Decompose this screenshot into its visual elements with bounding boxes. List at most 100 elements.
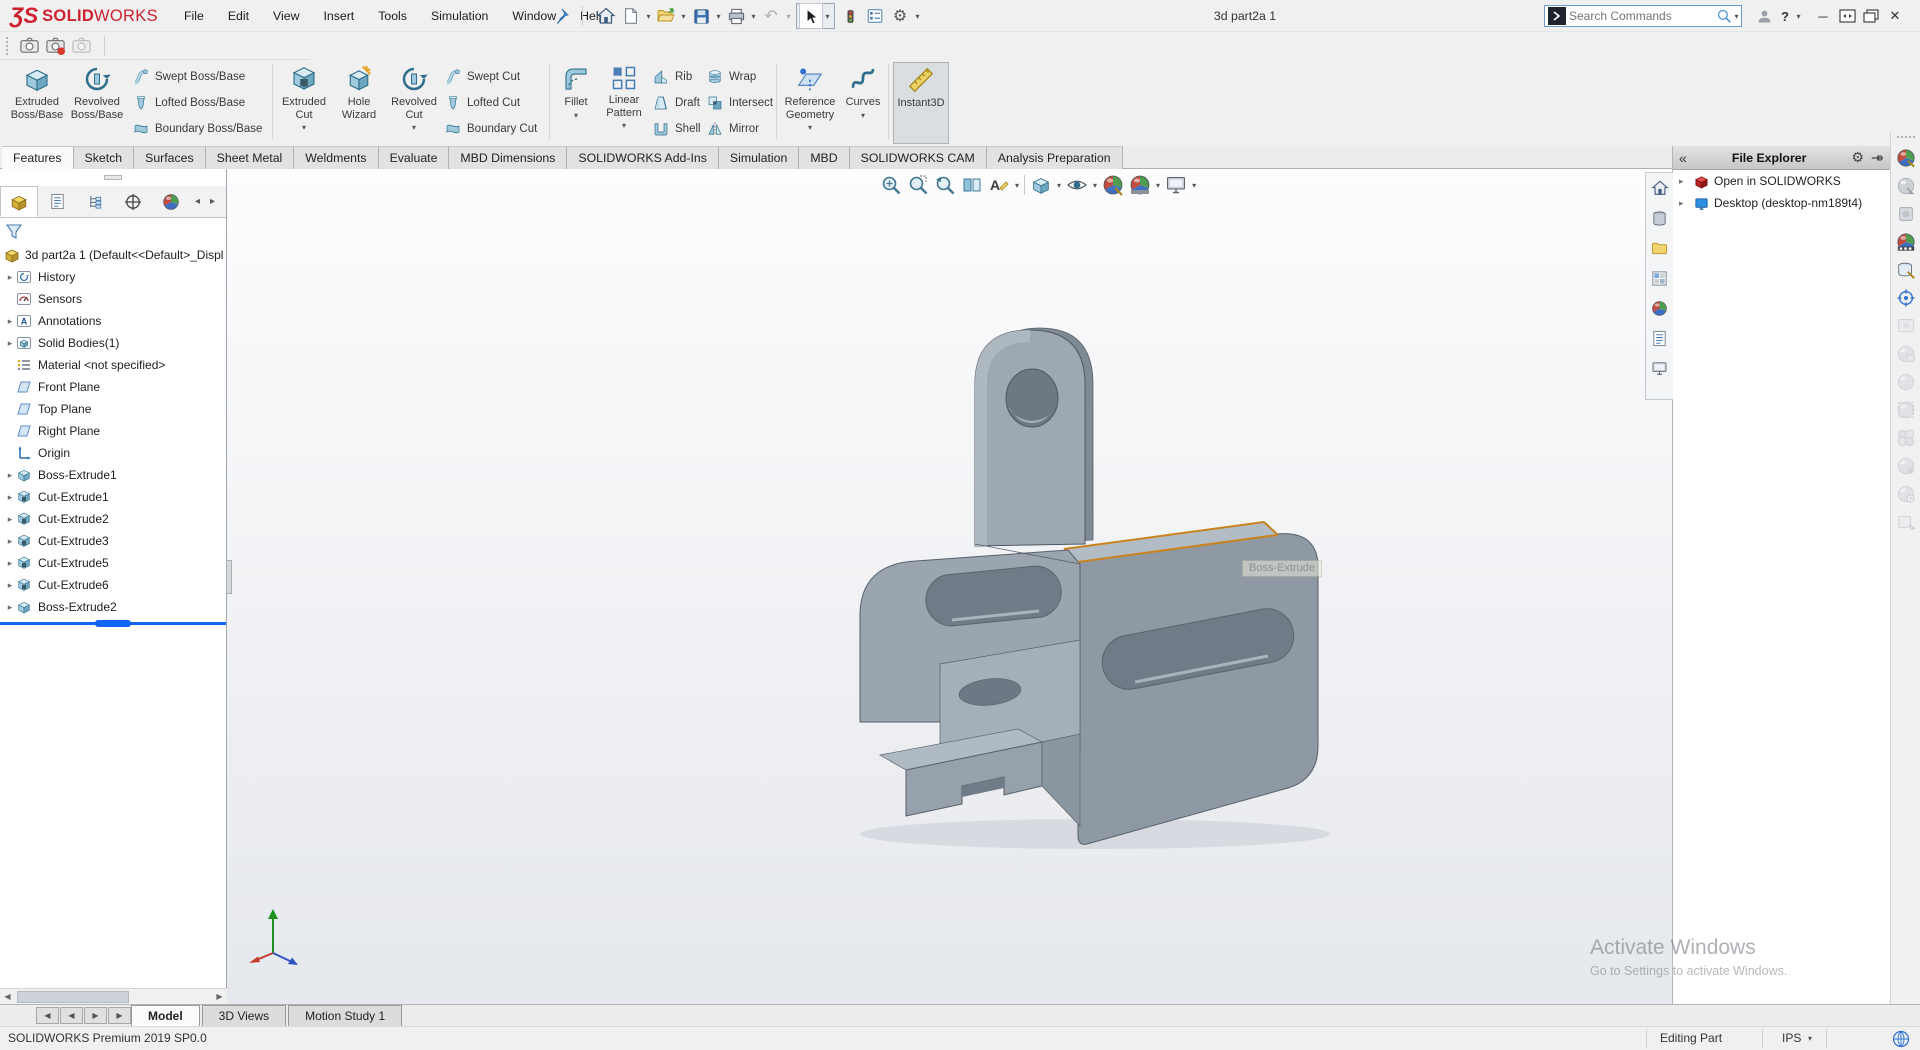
tree-item-front-plane[interactable]: Front Plane bbox=[0, 376, 226, 398]
expand-arrow-icon[interactable]: ▸ bbox=[4, 580, 16, 591]
dimxpert-manager-tab[interactable] bbox=[114, 186, 152, 217]
pin-task-pane-icon[interactable] bbox=[1870, 151, 1884, 165]
expand-arrow-icon[interactable]: ▸ bbox=[4, 316, 16, 327]
panel-tab-scroll-left-icon[interactable]: ◂ bbox=[190, 186, 205, 217]
expand-arrow-icon[interactable]: ▸ bbox=[1679, 198, 1689, 209]
copy-appearance-icon[interactable] bbox=[1896, 176, 1916, 196]
menu-tools[interactable]: Tools bbox=[366, 0, 419, 32]
tab-weldments[interactable]: Weldments bbox=[294, 146, 378, 169]
task-pane-options-gear-icon[interactable]: ⚙ bbox=[1851, 149, 1864, 166]
menu-insert[interactable]: Insert bbox=[311, 0, 366, 32]
custom-properties-icon[interactable] bbox=[1651, 330, 1668, 347]
tree-item-origin[interactable]: Origin bbox=[0, 442, 226, 464]
reference-geometry-button[interactable]: ReferenceGeometry ▾ bbox=[782, 62, 838, 144]
expand-arrow-icon[interactable]: ▸ bbox=[4, 470, 16, 481]
view-palette-icon[interactable] bbox=[1651, 270, 1668, 287]
paste-appearance-icon[interactable] bbox=[1896, 204, 1916, 224]
close-button[interactable]: ✕ bbox=[1883, 0, 1907, 32]
edit-decal-icon[interactable] bbox=[1896, 260, 1916, 280]
menu-view[interactable]: View bbox=[261, 0, 311, 32]
draft-button[interactable]: Draft bbox=[652, 92, 700, 114]
boundary-cut-button[interactable]: Boundary Cut bbox=[444, 118, 537, 140]
doc-tab-3d-views[interactable]: 3D Views bbox=[202, 1005, 286, 1026]
user-account-icon[interactable] bbox=[1752, 0, 1776, 32]
print-dropdown-icon[interactable]: ▾ bbox=[749, 12, 758, 21]
linear-pattern-dropdown-icon[interactable]: ▾ bbox=[622, 121, 626, 130]
part-3d-model[interactable] bbox=[840, 318, 1340, 863]
zoom-to-area-icon[interactable] bbox=[907, 174, 929, 196]
annotation-views-dropdown-icon[interactable]: ▾ bbox=[1015, 181, 1019, 190]
final-render-icon[interactable] bbox=[1896, 372, 1916, 392]
appearances-scenes-icon[interactable] bbox=[1651, 300, 1668, 317]
first-tab-icon[interactable]: ◀ bbox=[36, 1007, 59, 1024]
panel-splitter-handle[interactable] bbox=[226, 560, 232, 594]
search-magnifier-icon[interactable] bbox=[1716, 8, 1732, 24]
revolved-cut-dropdown-icon[interactable]: ▾ bbox=[412, 123, 416, 132]
panel-tab-scroll-right-icon[interactable]: ▸ bbox=[205, 186, 220, 217]
expand-arrow-icon[interactable]: ▸ bbox=[1679, 176, 1689, 187]
schedule-render-icon[interactable] bbox=[1896, 484, 1916, 504]
expand-arrow-icon[interactable]: ▸ bbox=[4, 558, 16, 569]
tree-item-history[interactable]: ▸ History bbox=[0, 266, 226, 288]
tree-item-cut-extrude5[interactable]: ▸ Cut-Extrude5 bbox=[0, 552, 226, 574]
lofted-boss-base-button[interactable]: Lofted Boss/Base bbox=[132, 92, 245, 114]
tree-item-boss-extrude2[interactable]: ▸ Boss-Extrude2 bbox=[0, 596, 226, 618]
web-help-globe-icon[interactable] bbox=[1892, 1030, 1910, 1048]
rebuild-button[interactable] bbox=[838, 3, 862, 29]
integrated-preview-icon[interactable] bbox=[1896, 344, 1916, 364]
hide-show-dropdown-icon[interactable]: ▾ bbox=[1093, 181, 1097, 190]
preview-window-icon[interactable] bbox=[1896, 316, 1916, 336]
tree-item-cut-extrude3[interactable]: ▸ Cut-Extrude3 bbox=[0, 530, 226, 552]
panel-resize-handle[interactable] bbox=[0, 169, 226, 186]
reference-geometry-dropdown-icon[interactable]: ▾ bbox=[808, 123, 812, 132]
rollback-bar[interactable] bbox=[0, 622, 226, 625]
property-manager-tab[interactable] bbox=[38, 186, 76, 217]
configuration-manager-tab[interactable] bbox=[76, 186, 114, 217]
toolbar-drag-handle[interactable] bbox=[6, 37, 10, 55]
curves-dropdown-icon[interactable]: ▾ bbox=[861, 111, 865, 120]
view-orientation-icon[interactable] bbox=[1030, 174, 1052, 196]
render-options-icon[interactable] bbox=[1896, 456, 1916, 476]
swept-boss-base-button[interactable]: Swept Boss/Base bbox=[132, 66, 245, 88]
settings-gear-button[interactable]: ⚙ bbox=[888, 3, 912, 29]
tree-item-boss-extrude1[interactable]: ▸ Boss-Extrude1 bbox=[0, 464, 226, 486]
tab-sheet-metal[interactable]: Sheet Metal bbox=[206, 146, 295, 169]
tree-root-part[interactable]: 3d part2a 1 (Default<<Default>_Displ bbox=[0, 244, 226, 266]
render-target-icon[interactable] bbox=[1896, 288, 1916, 308]
tab-evaluate[interactable]: Evaluate bbox=[379, 146, 450, 169]
settings-dropdown-icon[interactable]: ▾ bbox=[913, 12, 922, 21]
scroll-right-icon[interactable]: ▶ bbox=[212, 989, 227, 1004]
recall-last-render-icon[interactable] bbox=[1896, 512, 1916, 532]
save-button[interactable] bbox=[689, 3, 713, 29]
extruded-cut-button[interactable]: ExtrudedCut ▾ bbox=[278, 62, 330, 144]
panel-horizontal-scrollbar[interactable]: ◀ ▶ bbox=[0, 988, 227, 1004]
cascade-windows-button[interactable] bbox=[1859, 0, 1883, 32]
stop-record-button[interactable] bbox=[68, 34, 94, 58]
tree-item-cut-extrude1[interactable]: ▸ Cut-Extrude1 bbox=[0, 486, 226, 508]
scroll-left-icon[interactable]: ◀ bbox=[0, 989, 15, 1004]
tab-features[interactable]: Features bbox=[2, 146, 74, 169]
menu-simulation[interactable]: Simulation bbox=[419, 0, 500, 32]
new-document-button[interactable] bbox=[619, 3, 643, 29]
tree-item-cut-extrude2[interactable]: ▸ Cut-Extrude2 bbox=[0, 508, 226, 530]
boundary-boss-base-button[interactable]: Boundary Boss/Base bbox=[132, 118, 262, 140]
doc-tab-model[interactable]: Model bbox=[131, 1005, 200, 1026]
search-dropdown-icon[interactable]: ▾ bbox=[1732, 12, 1741, 21]
tab-analysis-preparation[interactable]: Analysis Preparation bbox=[987, 146, 1123, 169]
tree-item-right-plane[interactable]: Right Plane bbox=[0, 420, 226, 442]
file-explorer-item-desktop[interactable]: ▸ Desktop (desktop-nm189t4) bbox=[1673, 192, 1890, 214]
help-dropdown-icon[interactable]: ▾ bbox=[1794, 12, 1803, 21]
annotation-views-icon[interactable]: A bbox=[988, 174, 1010, 196]
intersect-button[interactable]: Intersect bbox=[706, 92, 773, 114]
image-capture-button[interactable] bbox=[16, 34, 42, 58]
apply-scene-dropdown-icon[interactable]: ▾ bbox=[1156, 181, 1160, 190]
last-tab-icon[interactable]: ▶ bbox=[108, 1007, 131, 1024]
tab-solidworks-cam[interactable]: SOLIDWORKS CAM bbox=[850, 146, 987, 169]
print-button[interactable] bbox=[724, 3, 748, 29]
options-list-button[interactable] bbox=[863, 3, 887, 29]
tree-item-annotations[interactable]: ▸ Annotations bbox=[0, 310, 226, 332]
expand-arrow-icon[interactable]: ▸ bbox=[4, 514, 16, 525]
minimize-button[interactable]: ─ bbox=[1811, 0, 1835, 32]
menu-edit[interactable]: Edit bbox=[216, 0, 261, 32]
fillet-dropdown-icon[interactable]: ▾ bbox=[574, 111, 578, 120]
